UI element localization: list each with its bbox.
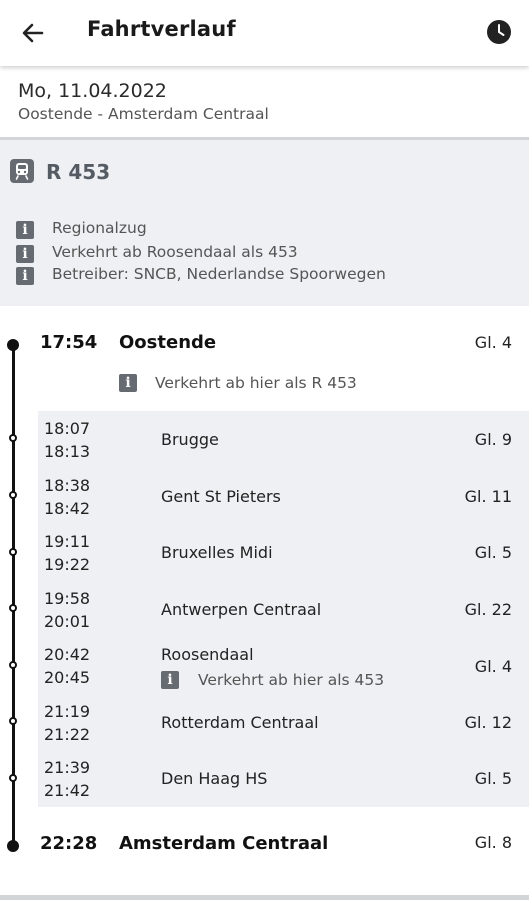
info-icon: i <box>119 374 137 392</box>
arrival-time: 19:11 <box>44 532 91 551</box>
journey-date: Mo, 11.04.2022 <box>18 80 167 102</box>
origin-track: Gl. 4 <box>474 333 512 352</box>
arrow-left-icon <box>22 23 44 43</box>
stop-marker <box>9 717 17 725</box>
list-item[interactable]: 19:11 19:22 Bruxelles Midi Gl. 5 <box>38 524 529 580</box>
stop-station: Antwerpen Centraal <box>161 600 322 619</box>
stop-note: Verkehrt ab hier als 453 <box>198 671 385 689</box>
train-info-panel: R 453 i Regionalzug i Verkehrt ab Roosen… <box>0 140 529 306</box>
arrival-time: 20:42 <box>44 645 91 664</box>
route-timeline-line <box>12 344 15 847</box>
arrival-time: 21:39 <box>44 758 91 777</box>
list-item[interactable]: 21:19 21:22 Rotterdam Centraal Gl. 12 <box>38 694 529 750</box>
list-item[interactable]: 19:58 20:01 Antwerpen Centraal Gl. 22 <box>38 581 529 637</box>
destination-station[interactable]: Amsterdam Centraal <box>119 833 328 854</box>
stop-track: Gl. 12 <box>464 713 512 732</box>
departure-time: 20:01 <box>44 612 91 631</box>
stop-marker <box>9 774 17 782</box>
origin-time: 17:54 <box>40 332 98 353</box>
back-button[interactable] <box>18 18 48 48</box>
info-icon: i <box>16 245 34 263</box>
origin-note: Verkehrt ab hier als R 453 <box>155 374 357 392</box>
list-item[interactable]: 20:42 20:45 Roosendaal Gl. 4 i Verkehrt … <box>38 637 529 693</box>
list-item[interactable]: 21:39 21:42 Den Haag HS Gl. 5 <box>38 750 529 806</box>
app-bar: Fahrtverlauf <box>0 0 529 66</box>
arrival-time: 19:58 <box>44 589 91 608</box>
destination-time: 22:28 <box>40 833 98 854</box>
stop-track: Gl. 4 <box>474 657 512 676</box>
intermediate-stops: 18:07 18:13 Brugge Gl. 9 18:38 18:42 Gen… <box>38 411 529 807</box>
info-icon: i <box>161 671 179 689</box>
stop-marker <box>9 434 17 442</box>
info-icon: i <box>16 267 34 285</box>
journey-route: Oostende - Amsterdam Centraal <box>18 105 269 123</box>
train-icon <box>10 159 34 183</box>
departure-time: 21:22 <box>44 725 91 744</box>
stop-marker <box>9 548 17 556</box>
stop-track: Gl. 5 <box>474 769 512 788</box>
history-button[interactable] <box>486 19 512 45</box>
train-info-text: Regionalzug <box>52 219 147 237</box>
page-title: Fahrtverlauf <box>87 17 236 41</box>
stop-marker <box>9 604 17 612</box>
clock-icon <box>487 20 511 44</box>
stop-track: Gl. 5 <box>474 543 512 562</box>
info-icon: i <box>16 221 34 239</box>
departure-time: 18:42 <box>44 499 91 518</box>
stop-station: Gent St Pieters <box>161 487 281 506</box>
arrival-time: 18:38 <box>44 476 91 495</box>
stop-track: Gl. 9 <box>474 430 512 449</box>
arrival-time: 21:19 <box>44 702 91 721</box>
origin-dot <box>7 339 19 351</box>
stop-marker <box>9 491 17 499</box>
train-info-text: Betreiber: SNCB, Nederlandse Spoorwegen <box>52 265 386 283</box>
stop-track: Gl. 22 <box>464 600 512 619</box>
list-item[interactable]: 18:38 18:42 Gent St Pieters Gl. 11 <box>38 468 529 524</box>
departure-time: 21:42 <box>44 781 91 800</box>
stop-track: Gl. 11 <box>464 487 512 506</box>
origin-station[interactable]: Oostende <box>119 332 216 353</box>
journey-summary: Mo, 11.04.2022 Oostende - Amsterdam Cent… <box>0 66 529 140</box>
stop-marker <box>9 661 17 669</box>
destination-dot <box>7 840 19 852</box>
arrival-time: 18:07 <box>44 419 91 438</box>
stop-station: Den Haag HS <box>161 769 268 788</box>
train-name: R 453 <box>46 160 111 184</box>
list-item[interactable]: 18:07 18:13 Brugge Gl. 9 <box>38 411 529 467</box>
bottom-divider <box>0 895 529 900</box>
train-info-text: Verkehrt ab Roosendaal als 453 <box>52 243 298 261</box>
departure-time: 18:13 <box>44 442 91 461</box>
stop-station: Roosendaal <box>161 645 254 664</box>
stop-station: Brugge <box>161 430 219 449</box>
destination-track: Gl. 8 <box>474 833 512 852</box>
departure-time: 19:22 <box>44 555 91 574</box>
stop-station: Rotterdam Centraal <box>161 713 319 732</box>
stop-station: Bruxelles Midi <box>161 543 273 562</box>
departure-time: 20:45 <box>44 668 91 687</box>
